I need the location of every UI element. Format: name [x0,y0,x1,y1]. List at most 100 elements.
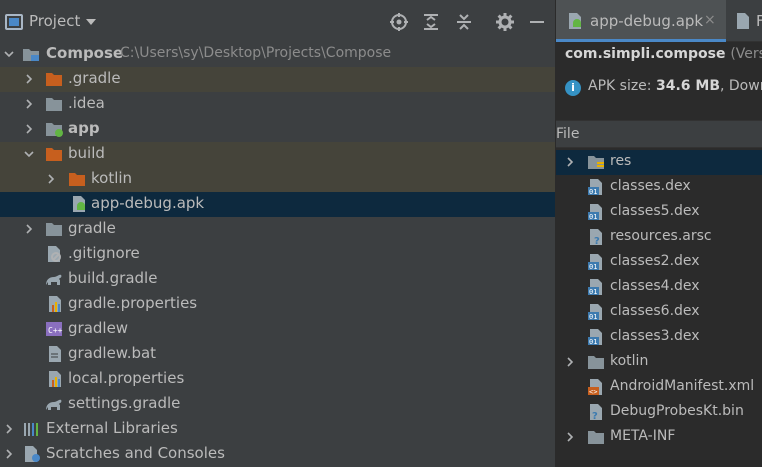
chevron-right-icon[interactable] [46,174,56,184]
file-icon [736,13,750,33]
apk-analyzer: app-debug.apk × F com.simpli.compose (Ve… [556,0,762,467]
gitignore-file-icon [45,246,63,262]
tree-label: gradlew.bat [68,344,157,362]
info-icon: i [565,80,581,96]
apk-size-label: APK size: [588,78,652,94]
chevron-right-icon[interactable] [565,357,575,367]
collapse-all-icon[interactable] [454,12,474,32]
tree-label: External Libraries [46,419,178,437]
svg-text:C++: C++ [48,326,63,335]
apk-entry-classes5-dex[interactable]: 01 classes5.dex [556,200,762,225]
tree-label: .gradle [68,69,121,87]
tree-row-app[interactable]: app [0,117,555,142]
package-version: (Version [730,46,762,62]
apk-entry-label: classes.dex [610,178,691,194]
gear-icon[interactable] [495,12,515,32]
orange-folder-icon [45,146,63,162]
apk-entry-classes6-dex[interactable]: 01 classes6.dex [556,300,762,325]
svg-text:01: 01 [589,213,597,220]
apk-entry-android-manifest[interactable]: <> AndroidManifest.xml [556,375,762,400]
apk-entry-label: DebugProbesKt.bin [610,403,744,419]
tree-row-external-libraries[interactable]: External Libraries [0,417,555,442]
chevron-down-icon[interactable] [24,149,34,159]
apk-entry-res[interactable]: res [556,150,762,175]
apk-entry-debug-probes-bin[interactable]: ? DebugProbesKt.bin [556,400,762,425]
apk-file-icon [566,13,584,33]
android-module-icon [45,121,63,137]
tree-label: Compose [46,44,124,62]
arsc-file-icon: ? [587,229,605,247]
tree-row-compose[interactable]: Compose C:\Users\sy\Desktop\Projects\Com… [0,42,555,67]
orange-folder-icon [45,71,63,87]
tree-label: gradle [68,219,116,237]
res-folder-icon [587,154,605,170]
tree-label: local.properties [68,369,185,387]
tree-row-app-debug-apk[interactable]: app-debug.apk [0,192,555,217]
chevron-down-icon[interactable] [4,49,14,59]
bin-file-icon: ? [587,404,605,422]
locate-icon[interactable] [389,12,409,32]
tree-row-gradlew-bat[interactable]: gradlew.bat [0,342,555,367]
tab-second-label[interactable]: F [756,12,762,30]
apk-entry-label: AndroidManifest.xml [610,378,755,394]
chevron-down-icon[interactable] [86,19,96,25]
apk-entry-kotlin[interactable]: kotlin [556,350,762,375]
tree-row-settings-gradle[interactable]: settings.gradle [0,392,555,417]
dex-file-icon: 01 [587,329,605,346]
tree-label: .idea [68,94,105,112]
tab-app-debug-apk[interactable]: app-debug.apk × [556,0,726,42]
file-column-header[interactable]: File [556,120,762,148]
dex-file-icon: 01 [587,279,605,296]
tree-row-gradle-properties[interactable]: gradle.properties [0,292,555,317]
apk-entry-classes3-dex[interactable]: 01 classes3.dex [556,325,762,350]
apk-entry-label: classes4.dex [610,278,700,294]
manifest-file-icon: <> [587,379,605,396]
apk-entry-meta-inf[interactable]: META-INF [556,425,762,450]
svg-text:01: 01 [589,263,597,270]
svg-text:<>: <> [589,388,597,395]
tree-label: build [68,144,105,162]
apk-entry-label: kotlin [610,353,649,369]
chevron-right-icon[interactable] [4,449,14,459]
close-icon[interactable]: × [704,12,716,28]
scratches-icon [23,446,41,462]
apk-entry-label: res [610,153,632,169]
apk-file-icon [70,196,88,212]
shell-script-icon: C++ [45,321,63,337]
chevron-right-icon[interactable] [24,124,34,134]
apk-entry-classes-dex[interactable]: 01 classes.dex [556,175,762,200]
chevron-right-icon[interactable] [4,424,14,434]
chevron-right-icon[interactable] [565,157,575,167]
svg-text:?: ? [594,236,600,245]
tree-row-scratches[interactable]: Scratches and Consoles [0,442,555,467]
chevron-right-icon[interactable] [565,432,575,442]
tree-row-gitignore[interactable]: .gitignore [0,242,555,267]
tree-label: kotlin [91,169,133,187]
apk-entry-label: resources.arsc [610,228,712,244]
svg-text:01: 01 [589,288,597,295]
tree-row-gradle-cache[interactable]: .gradle [0,67,555,92]
apk-size-suffix: , Down [720,78,762,94]
tree-row-idea[interactable]: .idea [0,92,555,117]
tree-row-build[interactable]: build [0,142,555,167]
chevron-right-icon[interactable] [24,74,34,84]
apk-entry-classes2-dex[interactable]: 01 classes2.dex [556,250,762,275]
project-view-selector[interactable]: Project [29,12,80,30]
tree-row-local-properties[interactable]: local.properties [0,367,555,392]
editor-tab-bar: app-debug.apk × F [556,0,762,42]
tree-row-gradle[interactable]: gradle [0,217,555,242]
chevron-right-icon[interactable] [24,224,34,234]
tree-label: app-debug.apk [91,194,205,212]
svg-text:01: 01 [589,313,597,320]
tree-row-gradlew[interactable]: C++ gradlew [0,317,555,342]
package-name-text: com.simpli.compose [565,46,726,62]
apk-entry-classes4-dex[interactable]: 01 classes4.dex [556,275,762,300]
apk-entry-label: classes2.dex [610,253,700,269]
hide-icon[interactable] [527,12,547,32]
expand-all-icon[interactable] [421,12,441,32]
tree-row-kotlin[interactable]: kotlin [0,167,555,192]
apk-entry-resources-arsc[interactable]: ? resources.arsc [556,225,762,250]
tree-row-build-gradle[interactable]: build.gradle [0,267,555,292]
tree-label: gradle.properties [68,294,198,312]
chevron-right-icon[interactable] [24,99,34,109]
